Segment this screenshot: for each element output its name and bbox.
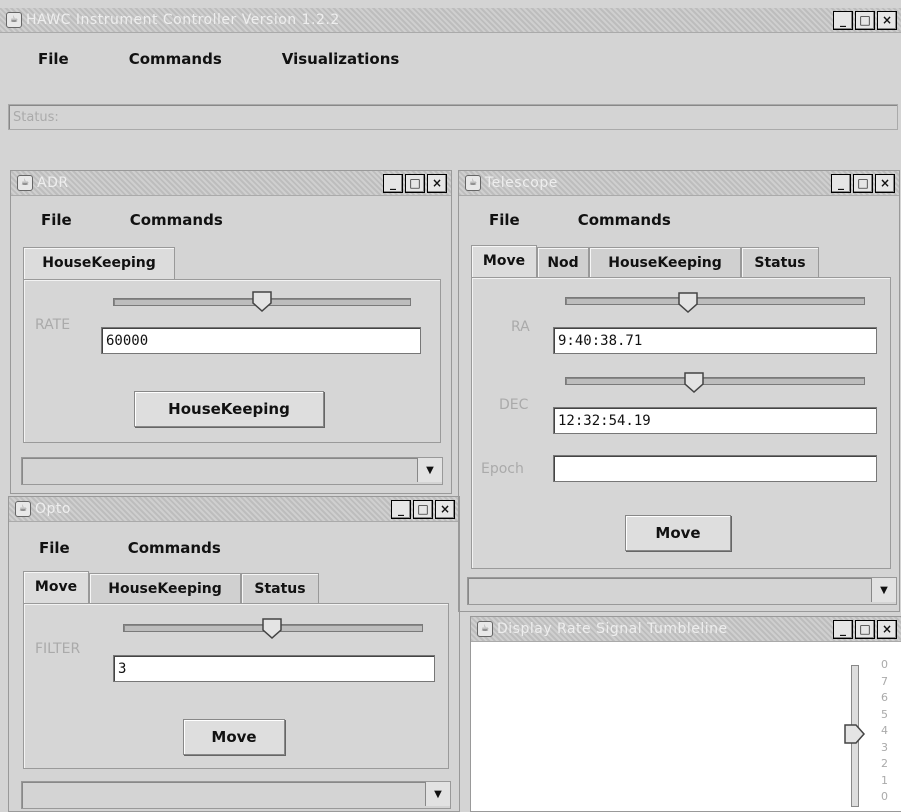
scale-tick: 3 xyxy=(881,740,888,754)
scale-tick: 0 xyxy=(881,658,888,671)
tab-housekeeping[interactable]: HouseKeeping xyxy=(589,247,741,278)
adr-titlebar: ☕ ADR _ □ × xyxy=(11,171,451,196)
dec-slider-track[interactable] xyxy=(565,377,865,385)
maximize-icon[interactable]: □ xyxy=(413,500,433,519)
minimize-icon[interactable]: _ xyxy=(833,620,853,639)
opto-menubar: File Commands xyxy=(9,535,221,561)
tab-move[interactable]: Move xyxy=(471,245,537,279)
display-titlebar: ☕ Display Rate Signal Tumbleline _ □ × xyxy=(471,617,901,642)
opto-move-button[interactable]: Move xyxy=(183,719,285,755)
chevron-down-icon[interactable]: ▼ xyxy=(417,458,442,482)
chevron-down-icon[interactable]: ▼ xyxy=(871,578,896,602)
display-vertical-slider-thumb[interactable] xyxy=(843,723,865,745)
opto-window-title: Opto xyxy=(35,501,71,517)
scale-tick: 5 xyxy=(881,707,888,721)
scale-tick: 7 xyxy=(881,674,888,688)
telescope-menubar: File Commands xyxy=(459,207,671,233)
adr-window: ☕ ADR _ □ × File Commands HouseKeeping R… xyxy=(10,170,452,494)
adr-window-controls: _ □ × xyxy=(383,174,447,193)
adr-combo[interactable]: ▼ xyxy=(21,457,443,485)
ra-slider-thumb[interactable] xyxy=(677,291,699,313)
tab-move[interactable]: Move xyxy=(23,571,89,605)
close-icon[interactable]: × xyxy=(877,11,897,30)
tab-status[interactable]: Status xyxy=(741,247,819,278)
scale-tick: 6 xyxy=(881,691,888,704)
menu-commands[interactable]: Commands xyxy=(128,539,221,557)
menu-commands[interactable]: Commands xyxy=(578,211,671,229)
tab-housekeeping[interactable]: HouseKeeping xyxy=(23,247,175,281)
close-icon[interactable]: × xyxy=(435,500,455,519)
opto-combo[interactable]: ▼ xyxy=(21,781,451,809)
scale-tick: 2 xyxy=(881,757,888,770)
telescope-window-title: Telescope xyxy=(485,175,558,191)
close-icon[interactable]: × xyxy=(877,620,897,639)
menu-visualizations[interactable]: Visualizations xyxy=(282,50,400,68)
chevron-down-icon[interactable]: ▼ xyxy=(425,782,450,806)
telescope-window-controls: _ □ × xyxy=(831,174,895,193)
epoch-input[interactable] xyxy=(553,455,877,482)
opto-titlebar: ☕ Opto _ □ × xyxy=(9,497,459,522)
main-status-bar: Status: xyxy=(8,104,898,130)
epoch-label: Epoch xyxy=(481,461,524,477)
telescope-window: ☕ Telescope _ □ × File Commands Move Nod… xyxy=(458,170,900,612)
menu-commands[interactable]: Commands xyxy=(129,50,222,68)
main-window-title: HAWC Instrument Controller Version 1.2.2 xyxy=(26,12,340,28)
close-icon[interactable]: × xyxy=(875,174,895,193)
minimize-icon[interactable]: _ xyxy=(831,174,851,193)
scale-tick: 0 xyxy=(881,790,888,803)
main-menubar: File Commands Visualizations xyxy=(8,46,399,72)
minimize-icon[interactable]: _ xyxy=(391,500,411,519)
ra-label: RA xyxy=(511,319,530,335)
filter-input[interactable]: 3 xyxy=(113,655,435,682)
opto-window: ☕ Opto _ □ × File Commands Move HouseKee… xyxy=(8,496,460,812)
ra-input[interactable]: 9:40:38.71 xyxy=(553,327,877,354)
display-window-title: Display Rate Signal Tumbleline xyxy=(497,621,728,637)
dec-slider-thumb[interactable] xyxy=(683,371,705,393)
maximize-icon[interactable]: □ xyxy=(855,620,875,639)
telescope-combo[interactable]: ▼ xyxy=(467,577,897,605)
minimize-icon[interactable]: _ xyxy=(383,174,403,193)
tab-status[interactable]: Status xyxy=(241,573,319,604)
display-plot-area xyxy=(471,642,901,811)
java-cup-icon: ☕ xyxy=(465,175,481,191)
java-cup-icon: ☕ xyxy=(15,501,31,517)
dec-label: DEC xyxy=(499,397,529,413)
maximize-icon[interactable]: □ xyxy=(855,11,875,30)
main-window-controls: _ □ × xyxy=(833,11,897,30)
menu-file[interactable]: File xyxy=(41,211,72,229)
java-cup-icon: ☕ xyxy=(477,621,493,637)
java-cup-icon: ☕ xyxy=(17,175,33,191)
display-window: ☕ Display Rate Signal Tumbleline _ □ × 0… xyxy=(470,616,901,812)
ra-slider-track[interactable] xyxy=(565,297,865,305)
tab-housekeeping[interactable]: HouseKeeping xyxy=(89,573,241,604)
scale-tick: 1 xyxy=(881,773,888,787)
display-window-controls: _ □ × xyxy=(833,620,897,639)
dec-input[interactable]: 12:32:54.19 xyxy=(553,407,877,434)
status-label: Status: xyxy=(13,110,59,125)
adr-rate-slider-thumb[interactable] xyxy=(251,290,273,312)
adr-menubar: File Commands xyxy=(11,207,223,233)
close-icon[interactable]: × xyxy=(427,174,447,193)
maximize-icon[interactable]: □ xyxy=(405,174,425,193)
opto-window-controls: _ □ × xyxy=(391,500,455,519)
menu-commands[interactable]: Commands xyxy=(130,211,223,229)
opto-filter-slider-thumb[interactable] xyxy=(261,617,283,639)
java-cup-icon: ☕ xyxy=(6,12,22,28)
rate-input[interactable]: 60000 xyxy=(101,327,421,354)
main-titlebar: ☕ HAWC Instrument Controller Version 1.2… xyxy=(0,8,901,33)
tab-nod[interactable]: Nod xyxy=(537,247,589,278)
maximize-icon[interactable]: □ xyxy=(853,174,873,193)
menu-file[interactable]: File xyxy=(489,211,520,229)
telescope-titlebar: ☕ Telescope _ □ × xyxy=(459,171,899,196)
telescope-move-button[interactable]: Move xyxy=(625,515,731,551)
filter-label: FILTER xyxy=(35,641,81,657)
display-scale-ticks: 0 7 6 5 4 3 2 1 0 xyxy=(881,657,899,806)
housekeeping-button[interactable]: HouseKeeping xyxy=(134,391,324,427)
adr-window-title: ADR xyxy=(37,175,69,191)
menu-file[interactable]: File xyxy=(39,539,70,557)
menu-file[interactable]: File xyxy=(38,50,69,68)
rate-label: RATE xyxy=(35,317,71,333)
scale-tick: 4 xyxy=(881,724,888,737)
minimize-icon[interactable]: _ xyxy=(833,11,853,30)
